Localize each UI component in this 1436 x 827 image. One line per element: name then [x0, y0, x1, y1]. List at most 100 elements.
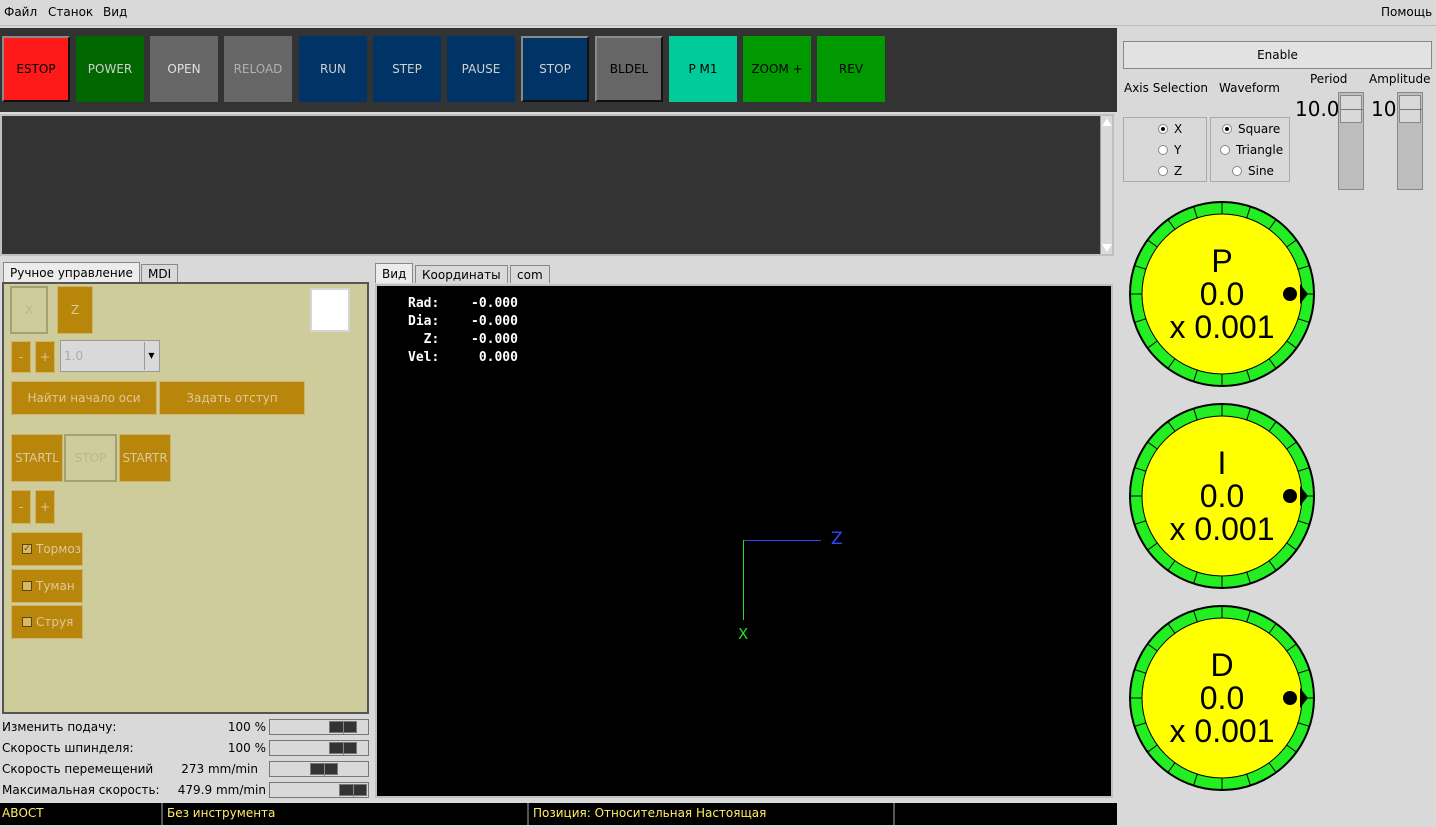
jog-speed-thumb[interactable] — [309, 763, 338, 776]
spindle-override-thumb[interactable] — [328, 742, 357, 755]
period-label: Period — [1310, 72, 1348, 86]
dial-i-name: I — [1218, 445, 1227, 481]
mist-label: Туман — [36, 579, 75, 593]
stop-button[interactable]: STOP — [521, 36, 589, 102]
log-scrollbar[interactable] — [1100, 116, 1112, 254]
jog-speed-value: 273 mm/min — [181, 762, 258, 776]
tab-com[interactable]: com — [510, 265, 550, 283]
period-slider-thumb[interactable] — [1340, 95, 1363, 123]
jog-minus-button[interactable]: - — [11, 341, 31, 373]
dial-i[interactable]: I 0.0 x 0.001 — [1128, 400, 1318, 590]
message-log[interactable] — [0, 114, 1114, 256]
tab-preview[interactable]: Вид — [375, 263, 414, 283]
wave-radio-sine[interactable]: Sine — [1232, 164, 1274, 178]
wave-radio-square[interactable]: Square — [1222, 122, 1280, 136]
dial-p-value: 0.0 — [1200, 276, 1244, 312]
tab-manual[interactable]: Ручное управление — [3, 262, 140, 282]
waveform-label: Waveform — [1219, 81, 1280, 95]
spindle-override-label: Скорость шпинделя: — [2, 741, 134, 755]
pm1-label: P M1 — [688, 62, 718, 76]
mist-checkbox[interactable]: Туман — [11, 569, 83, 603]
increment-select[interactable]: 1.0 ▼ — [60, 340, 160, 372]
dro-z-label: Z: — [408, 332, 440, 347]
toolbar: ESTOP POWER OPEN RELOAD RUN STEP PAUSE S… — [0, 28, 1117, 112]
flood-checkbox[interactable]: Струя — [11, 605, 83, 639]
axis-z-button[interactable]: Z — [57, 286, 93, 334]
pause-button[interactable]: PAUSE — [447, 36, 515, 102]
axis-radio-z[interactable]: Z — [1158, 164, 1182, 178]
feed-override-thumb[interactable] — [328, 721, 357, 734]
dro-rad-label: Rad: — [408, 296, 440, 311]
axis-radio-y[interactable]: Y — [1158, 143, 1181, 157]
open-button[interactable]: OPEN — [150, 36, 218, 102]
spindle-minus-button[interactable]: - — [11, 490, 31, 524]
enable-button[interactable]: Enable — [1123, 41, 1432, 69]
step-button[interactable]: STEP — [373, 36, 441, 102]
manual-control-panel: X Z - + 1.0 ▼ Найти начало оси Задать от… — [2, 282, 369, 714]
feed-override-slider[interactable] — [269, 719, 369, 735]
period-slider[interactable] — [1338, 92, 1364, 190]
preview-canvas[interactable]: Rad: -0.000 Dia: -0.000 Z: -0.000 Vel: 0… — [375, 284, 1113, 798]
mist-check-icon — [22, 581, 32, 591]
power-label: POWER — [87, 62, 133, 76]
dial-p[interactable]: P 0.0 x 0.001 — [1128, 198, 1318, 388]
scroll-up-icon[interactable] — [1102, 118, 1112, 126]
tab-mdi[interactable]: MDI — [141, 264, 179, 282]
rev-button[interactable]: REV — [817, 36, 885, 102]
z-axis-line — [743, 540, 821, 541]
jog-plus-button[interactable]: + — [35, 341, 55, 373]
status-machine-state: АВОСТ — [0, 803, 163, 825]
amplitude-slider[interactable] — [1397, 92, 1423, 190]
dial-p-name: P — [1211, 243, 1232, 279]
bldel-label: BLDEL — [609, 62, 649, 76]
wave-radio-triangle[interactable]: Triangle — [1220, 143, 1283, 157]
max-velocity-label: Максимальная скорость: — [2, 783, 160, 797]
spindle-indicator — [310, 288, 350, 332]
axis-x-button[interactable]: X — [10, 286, 48, 334]
amplitude-slider-thumb[interactable] — [1399, 95, 1422, 123]
run-label: RUN — [319, 62, 347, 76]
flood-check-icon — [22, 617, 32, 627]
menu-machine[interactable]: Станок — [48, 5, 93, 19]
dial-d[interactable]: D 0.0 x 0.001 — [1128, 602, 1318, 792]
max-velocity-thumb[interactable] — [339, 784, 367, 797]
zoom-in-button[interactable]: ZOOM + — [743, 36, 811, 102]
chevron-down-icon[interactable]: ▼ — [144, 342, 158, 370]
open-label: OPEN — [167, 62, 201, 76]
rev-label: REV — [838, 62, 864, 76]
max-velocity-value: 479.9 mm/min — [177, 783, 266, 797]
radio-square-dot — [1222, 124, 1232, 134]
touch-off-button[interactable]: Задать отступ — [159, 381, 305, 415]
feed-override-label: Изменить подачу: — [2, 720, 117, 734]
spindle-override-slider[interactable] — [269, 740, 369, 756]
status-position: Позиция: Относительная Настоящая — [531, 803, 895, 825]
tab-coordinates[interactable]: Координаты — [415, 265, 508, 283]
radio-x-dot — [1158, 124, 1168, 134]
axis-radio-x[interactable]: X — [1158, 122, 1182, 136]
estop-button[interactable]: ESTOP — [2, 36, 70, 102]
menu-file[interactable]: Файл — [4, 5, 37, 19]
spindle-start-right-button[interactable]: STARTR — [119, 434, 171, 482]
reload-button[interactable]: RELOAD — [224, 36, 292, 102]
power-button[interactable]: POWER — [76, 36, 144, 102]
dial-d-scale: x 0.001 — [1170, 713, 1275, 749]
waveform-radio-group: Square Triangle Sine — [1210, 117, 1290, 182]
spindle-stop-button[interactable]: STOP — [64, 434, 117, 482]
menu-help[interactable]: Помощь — [1381, 5, 1432, 19]
dro-dia-label: Dia: — [408, 314, 440, 329]
menu-view[interactable]: Вид — [103, 5, 127, 19]
spindle-start-left-button[interactable]: STARTL — [11, 434, 63, 482]
brake-checkbox[interactable]: ✓ Тормоз — [11, 532, 83, 566]
optional-stop-button[interactable]: P M1 — [669, 36, 737, 102]
dial-i-scale: x 0.001 — [1170, 511, 1275, 547]
jog-speed-slider[interactable] — [269, 761, 369, 777]
block-delete-button[interactable]: BLDEL — [595, 36, 663, 102]
spindle-plus-button[interactable]: + — [35, 490, 55, 524]
enable-label: Enable — [1257, 48, 1298, 62]
max-velocity-slider[interactable] — [269, 782, 369, 798]
estop-label: ESTOP — [16, 62, 56, 76]
x-axis-line — [743, 540, 744, 620]
scroll-down-icon[interactable] — [1102, 244, 1112, 252]
home-axis-button[interactable]: Найти начало оси — [11, 381, 157, 415]
run-button[interactable]: RUN — [299, 36, 367, 102]
